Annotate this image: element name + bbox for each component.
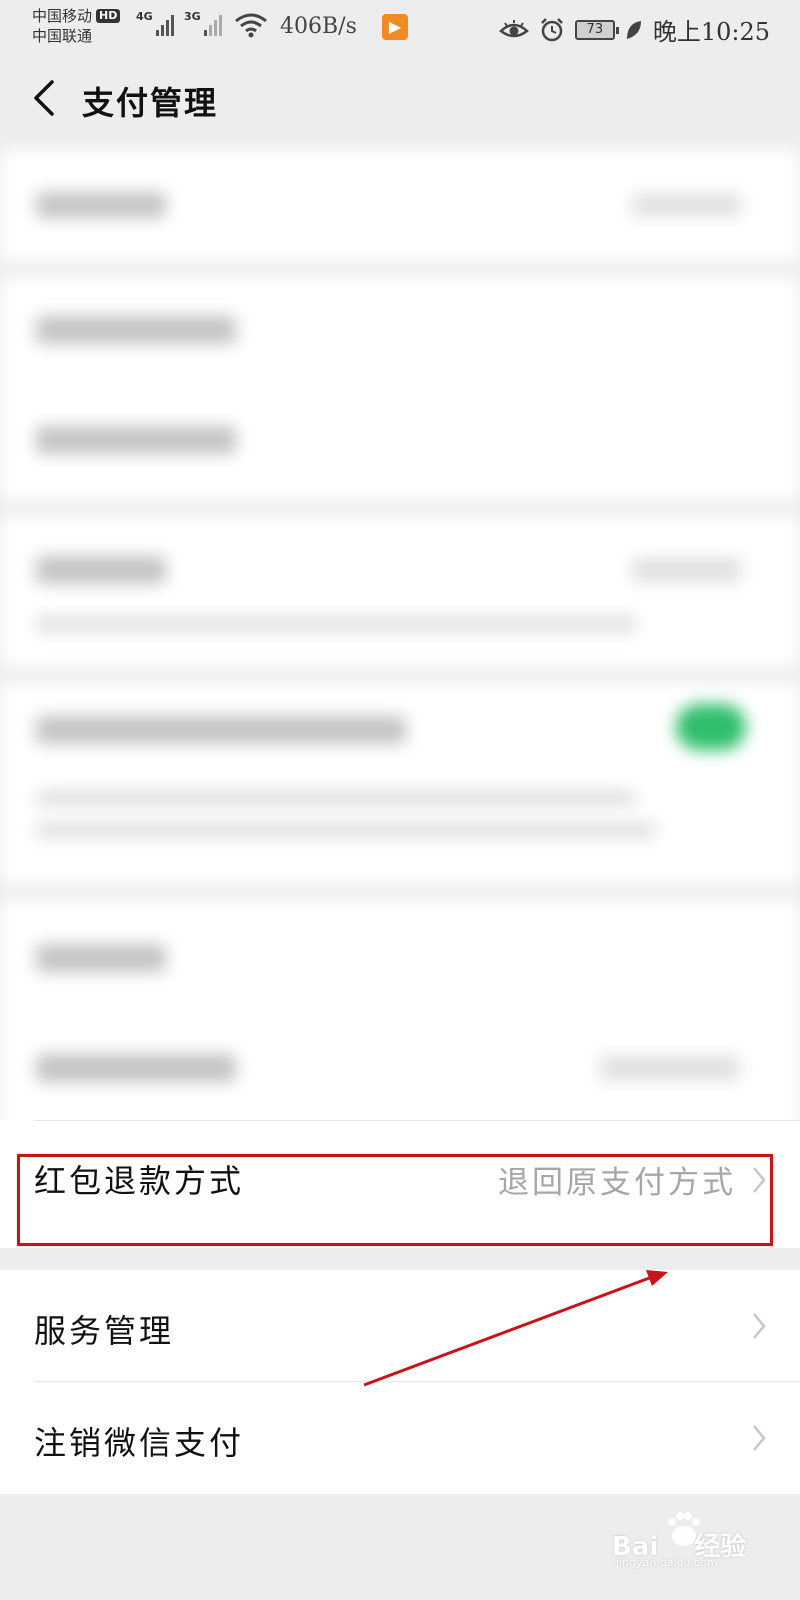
hd-badge: HD	[96, 9, 121, 23]
row-label: 注销微信支付	[34, 1424, 245, 1462]
leaf-icon	[626, 20, 641, 39]
baidu-watermark: Bai 经验 jingyan.baidu.com	[612, 1508, 762, 1569]
clock: 晚上10:25	[652, 18, 770, 46]
nav-bar: 支付管理	[0, 52, 800, 148]
watermark-domain: jingyan.baidu.com	[616, 1556, 718, 1569]
blurred-row	[0, 682, 800, 884]
blurred-row	[0, 150, 800, 262]
chevron-right-icon	[753, 1313, 766, 1339]
alarm-icon	[540, 17, 563, 41]
signal-3g-icon: 3G	[184, 10, 222, 36]
eye-icon	[498, 19, 529, 37]
blurred-row	[0, 516, 800, 666]
back-arrow-icon[interactable]	[26, 76, 66, 120]
page-title: 支付管理	[82, 84, 219, 122]
blurred-settings-area	[0, 150, 800, 1228]
wifi-icon	[235, 13, 267, 38]
battery-icon: 73	[574, 19, 619, 40]
app-notification-icon: ▶	[382, 14, 408, 40]
row-service-management[interactable]: 服务管理	[0, 1270, 800, 1382]
chevron-right-icon	[753, 1425, 766, 1451]
status-right: 73 晚上10:25	[498, 12, 770, 47]
row-close-wechat-pay[interactable]: 注销微信支付	[0, 1382, 800, 1494]
toggle-switch	[676, 704, 746, 750]
carrier-1: 中国移动	[32, 7, 93, 25]
row-label: 服务管理	[34, 1312, 175, 1350]
signal-4g-icon: 4G	[136, 10, 174, 36]
highlight-annotation-box	[17, 1154, 773, 1246]
network-speed: 406B/s	[280, 14, 357, 39]
divider	[34, 1120, 800, 1121]
blurred-row	[0, 278, 800, 500]
carrier-2: 中国联通	[32, 27, 93, 45]
status-bar: 中国移动 HD 中国联通 4G 3G 406B/s ▶ 73 晚上10:25	[0, 0, 800, 52]
carrier-info: 中国移动 HD 中国联通	[32, 6, 121, 46]
